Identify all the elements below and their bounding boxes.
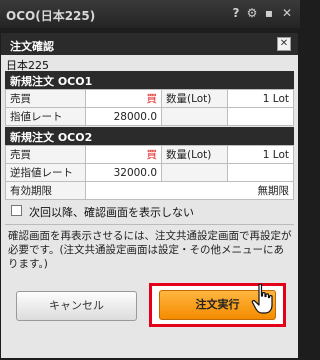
empty-cell bbox=[161, 163, 228, 182]
close-icon[interactable]: ✕ bbox=[280, 6, 294, 20]
row-label: 売買 bbox=[5, 145, 86, 164]
side-value: 買 bbox=[85, 89, 162, 108]
order1-header: 新規注文 OCO1 bbox=[5, 71, 294, 89]
table-row: 指値レート 28000.0 bbox=[5, 107, 294, 126]
quantity-value: 1 Lot bbox=[227, 89, 294, 108]
row-label: 逆指値レート bbox=[5, 163, 86, 182]
settings-icon[interactable]: ▪ bbox=[262, 6, 276, 20]
empty-cell bbox=[227, 107, 294, 126]
window-titlebar: OCO(日本225) ? ⚙ ▪ ✕ bbox=[0, 0, 300, 28]
stop-rate-value: 32000.0 bbox=[85, 163, 162, 182]
row-label: 売買 bbox=[5, 89, 86, 108]
side-value: 買 bbox=[85, 145, 162, 164]
row-label: 有効期限 bbox=[5, 181, 86, 200]
row-label: 数量(Lot) bbox=[161, 145, 228, 164]
order2-table: 売買 買 数量(Lot) 1 Lot 逆指値レート 32000.0 有効期限 無… bbox=[5, 145, 294, 200]
table-row: 逆指値レート 32000.0 bbox=[5, 163, 294, 182]
dialog-header: 注文確認 ✕ bbox=[1, 33, 298, 55]
row-label: 数量(Lot) bbox=[161, 89, 228, 108]
limit-rate-value: 28000.0 bbox=[85, 107, 162, 126]
redisplay-note: 確認画面を再表示させるには、注文共通設定画面で再設定が必要です。(注文共通設定画… bbox=[8, 230, 292, 270]
empty-cell bbox=[161, 107, 228, 126]
empty-cell bbox=[227, 163, 294, 182]
expiry-value: 無期限 bbox=[85, 181, 294, 200]
dont-show-again-label[interactable]: 次回以降、確認画面を表示しない bbox=[29, 204, 194, 220]
table-row: 売買 買 数量(Lot) 1 Lot bbox=[5, 145, 294, 164]
order1-table: 売買 買 数量(Lot) 1 Lot 指値レート 28000.0 bbox=[5, 89, 294, 126]
divider bbox=[5, 224, 294, 225]
cancel-button[interactable]: キャンセル bbox=[16, 291, 137, 321]
dialog-title: 注文確認 bbox=[10, 40, 54, 53]
help-icon[interactable]: ? bbox=[229, 6, 243, 20]
row-label: 指値レート bbox=[5, 107, 86, 126]
gear-icon[interactable]: ⚙ bbox=[245, 6, 259, 20]
table-row: 売買 買 数量(Lot) 1 Lot bbox=[5, 89, 294, 108]
order2-header: 新規注文 OCO2 bbox=[5, 127, 294, 145]
window-title: OCO(日本225) bbox=[6, 9, 96, 23]
dialog-close-icon[interactable]: ✕ bbox=[277, 37, 291, 51]
dont-show-again-checkbox[interactable] bbox=[11, 205, 22, 216]
hand-cursor-icon bbox=[251, 283, 273, 314]
quantity-value: 1 Lot bbox=[227, 145, 294, 164]
table-row: 有効期限 無期限 bbox=[5, 181, 294, 200]
